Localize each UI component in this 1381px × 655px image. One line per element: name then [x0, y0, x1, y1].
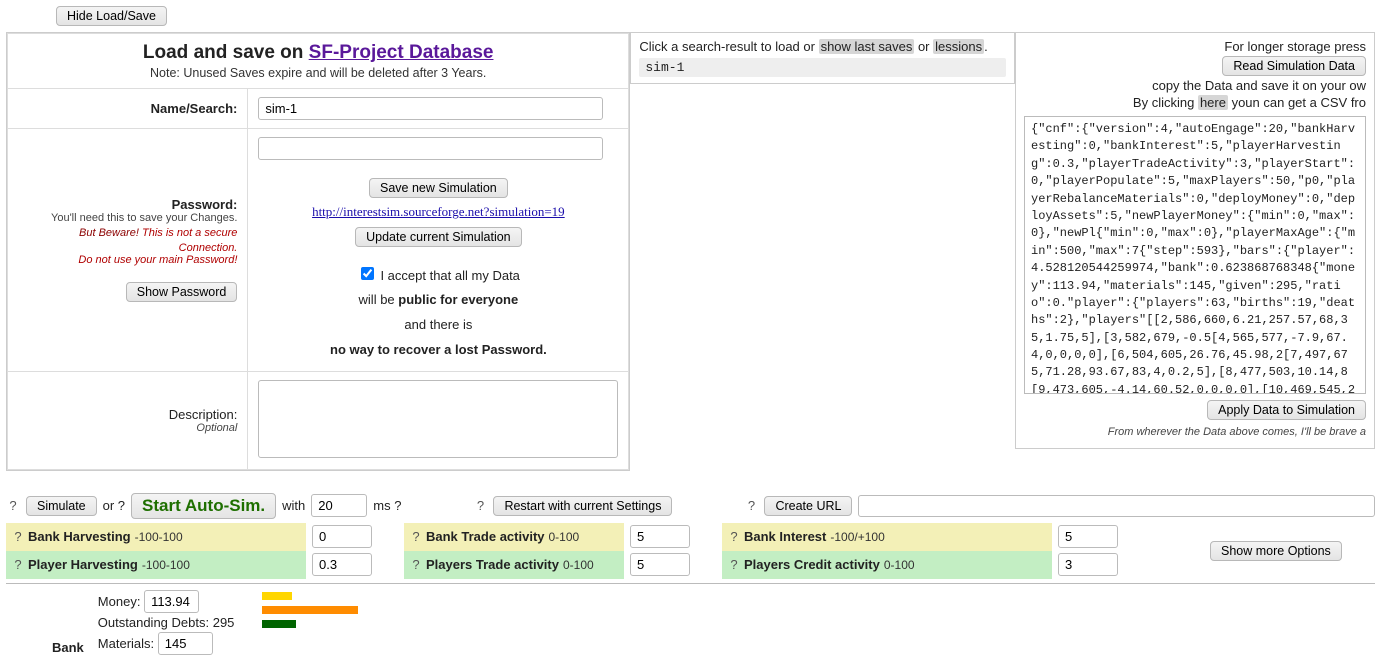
title-prefix: Load and save on [143, 42, 309, 63]
data-io-panel: For longer storage press Read Simulation… [1015, 32, 1375, 449]
csv-hint-pre: By clicking [1133, 95, 1198, 110]
option-range: -100/+100 [830, 530, 884, 544]
storage-hint: For longer storage press [1024, 39, 1366, 54]
option-range: 0-100 [563, 558, 594, 572]
option-name: Bank Trade activity [426, 529, 545, 544]
copy-hint: copy the Data and save it on your ow [1024, 78, 1366, 93]
money-bar [262, 592, 292, 600]
bank-harvesting-input[interactable] [312, 525, 372, 548]
help-icon[interactable]: ? [12, 557, 24, 572]
option-name: Bank Harvesting [28, 529, 131, 544]
show-more-options-button[interactable]: Show more Options [1210, 541, 1342, 561]
players-credit-option: ? Players Credit activity 0-100 [722, 551, 1052, 579]
help-icon[interactable]: ? [473, 498, 487, 513]
ms-text: ms ? [373, 498, 401, 513]
lessions-chip[interactable]: lessions [933, 39, 984, 54]
hide-load-save-button[interactable]: Hide Load/Save [56, 6, 167, 26]
option-name: Bank Interest [744, 529, 826, 544]
search-hint-or: or [914, 39, 933, 54]
save-new-sim-button[interactable]: Save new Simulation [369, 178, 508, 198]
bank-interest-option: ? Bank Interest -100/+100 [722, 523, 1052, 551]
search-hint-pre: Click a search-result to load or [639, 39, 818, 54]
accept-text-4: no way to recover a lost Password. [258, 338, 618, 363]
description-label: Description: [18, 407, 237, 422]
option-name: Players Credit activity [744, 557, 880, 572]
option-name: Players Trade activity [426, 557, 559, 572]
password-warn-2: Do not use your main Password! [18, 254, 237, 266]
password-input[interactable] [258, 137, 603, 160]
help-icon[interactable]: ? [728, 557, 740, 572]
sf-project-link[interactable]: SF-Project Database [309, 42, 494, 63]
password-warn-1b: This is not a secure Connection. [139, 227, 237, 254]
name-search-input[interactable] [258, 97, 603, 120]
description-hint: Optional [18, 422, 237, 434]
option-range: -100-100 [135, 530, 183, 544]
player-harvesting-option: ? Player Harvesting -100-100 [6, 551, 306, 579]
option-range: -100-100 [142, 558, 190, 572]
password-warn-1a: But Beware! [79, 227, 139, 239]
apply-data-button[interactable]: Apply Data to Simulation [1207, 400, 1366, 420]
option-name: Player Harvesting [28, 557, 138, 572]
load-save-panel: Load and save on SF-Project Database Not… [6, 32, 630, 471]
money-label: Money: [98, 594, 141, 609]
csv-hint-post: youn can get a CSV fro [1228, 95, 1366, 110]
expiry-note: Note: Unused Saves expire and will be de… [18, 66, 618, 80]
bank-interest-input[interactable] [1058, 525, 1118, 548]
password-hint: You'll need this to save your Changes. [18, 212, 237, 224]
search-hint-line: Click a search-result to load or show la… [639, 39, 1006, 54]
materials-bar [262, 620, 296, 628]
players-trade-option: ? Players Trade activity 0-100 [404, 551, 624, 579]
search-result-item[interactable]: sim-1 [639, 58, 1006, 77]
accept-checkbox[interactable] [361, 267, 374, 280]
panel-title: Load and save on SF-Project Database [18, 42, 618, 64]
read-sim-data-button[interactable]: Read Simulation Data [1222, 56, 1366, 76]
help-icon[interactable]: ? [410, 529, 422, 544]
simulation-url-link[interactable]: http://interestsim.sourceforge.net?simul… [312, 204, 565, 219]
show-last-saves-chip[interactable]: show last saves [819, 39, 915, 54]
password-label: Password: [18, 197, 237, 212]
accept-text-2a: will be [359, 292, 399, 307]
help-icon[interactable]: ? [12, 529, 24, 544]
accept-text-2b: public for everyone [398, 292, 518, 307]
help-icon[interactable]: ? [410, 557, 422, 572]
update-sim-button[interactable]: Update current Simulation [355, 227, 522, 247]
help-icon[interactable]: ? [744, 498, 758, 513]
with-text: with [282, 498, 305, 513]
help-icon[interactable]: ? [6, 498, 20, 513]
name-search-label: Name/Search: [151, 101, 238, 116]
csv-here-chip[interactable]: here [1198, 95, 1228, 110]
option-range: 0-100 [884, 558, 915, 572]
bank-harvesting-option: ? Bank Harvesting -100-100 [6, 523, 306, 551]
created-url-input[interactable] [858, 495, 1375, 517]
help-icon[interactable]: ? [728, 529, 740, 544]
description-textarea[interactable] [258, 380, 618, 458]
interval-input[interactable] [311, 494, 367, 517]
search-results-panel: Click a search-result to load or show la… [630, 32, 1015, 84]
apply-data-footnote: From wherever the Data above comes, I'll… [1024, 426, 1366, 438]
restart-button[interactable]: Restart with current Settings [493, 496, 672, 516]
start-auto-sim-button[interactable]: Start Auto-Sim. [131, 493, 276, 519]
money-input[interactable] [144, 590, 199, 613]
players-trade-input[interactable] [630, 553, 690, 576]
bank-status: Bank Money: Outstanding Debts: 295 Mater… [6, 590, 1375, 655]
player-harvesting-input[interactable] [312, 553, 372, 576]
materials-input[interactable] [158, 632, 213, 655]
simulate-button[interactable]: Simulate [26, 496, 97, 516]
bank-trade-input[interactable] [630, 525, 690, 548]
create-url-button[interactable]: Create URL [764, 496, 852, 516]
or-text: or ? [103, 498, 125, 513]
accept-text-1: I accept that all my Data [380, 268, 519, 283]
show-password-button[interactable]: Show Password [126, 282, 238, 302]
search-hint-dot: . [984, 39, 988, 54]
debts-bar [262, 606, 358, 614]
bank-label: Bank [52, 640, 84, 655]
materials-label: Materials: [98, 636, 154, 651]
accept-text-3: and there is [258, 313, 618, 338]
simulation-data-dump[interactable]: {"cnf":{"version":4,"autoEngage":20,"ban… [1024, 116, 1366, 394]
bank-trade-option: ? Bank Trade activity 0-100 [404, 523, 624, 551]
option-range: 0-100 [549, 530, 580, 544]
players-credit-input[interactable] [1058, 553, 1118, 576]
